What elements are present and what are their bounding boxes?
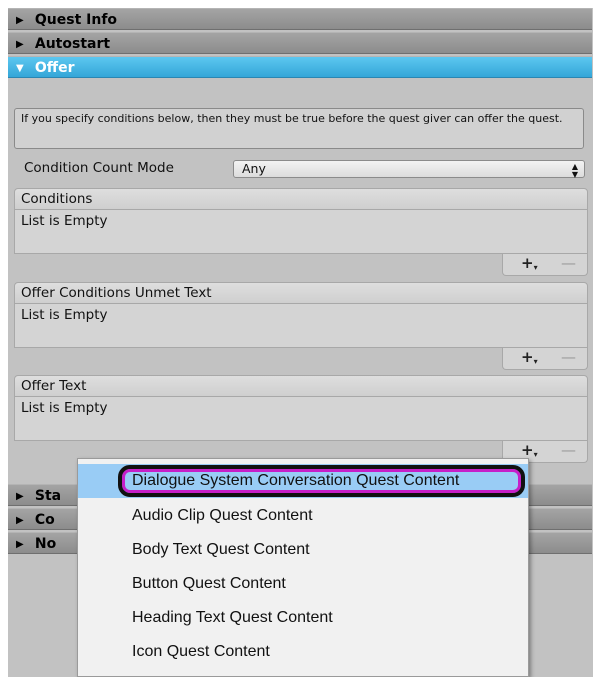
condition-count-mode-popup[interactable]: Any ▲ ▼ <box>233 160 585 179</box>
highlight-ring <box>118 465 525 497</box>
offer-text-list-body: List is Empty <box>14 397 588 441</box>
add-plus-icon[interactable]: +▾ <box>521 441 538 459</box>
collapsed-arrow-icon: ▶ <box>16 491 24 502</box>
remove-minus-icon[interactable]: — <box>561 348 576 366</box>
add-content-menu: Dialogue System Conversation Quest Conte… <box>77 458 529 677</box>
offer-help-box: If you specify conditions below, then th… <box>14 108 584 149</box>
conditions-list-header: Conditions <box>14 188 588 210</box>
popup-value: Any <box>242 161 266 176</box>
foldout-label: Quest Info <box>34 12 118 28</box>
expanded-arrow-icon: ▼ <box>16 63 24 74</box>
foldout-label: Sta <box>34 488 62 504</box>
foldout-label: Autostart <box>34 36 111 52</box>
foldout-label: No <box>34 536 57 552</box>
menu-item-body-text[interactable]: Body Text Quest Content <box>78 533 528 567</box>
menu-item-audio-clip[interactable]: Audio Clip Quest Content <box>78 499 528 533</box>
foldout-label: Co <box>34 512 55 528</box>
condition-count-mode-label: Condition Count Mode <box>24 160 174 176</box>
foldout-quest-info[interactable]: ▶ Quest Info <box>8 8 592 30</box>
remove-minus-icon[interactable]: — <box>561 441 576 459</box>
conditions-list-body: List is Empty <box>14 210 588 254</box>
add-plus-icon[interactable]: +▾ <box>521 254 538 272</box>
foldout-autostart[interactable]: ▶ Autostart <box>8 32 592 54</box>
menu-item-icon[interactable]: Icon Quest Content <box>78 635 528 669</box>
offer-conditions-unmet-text-list-footer: +▾ — <box>502 348 588 370</box>
collapsed-arrow-icon: ▶ <box>16 539 24 550</box>
offer-conditions-unmet-text-list-body: List is Empty <box>14 304 588 348</box>
collapsed-arrow-icon: ▶ <box>16 15 24 26</box>
foldout-offer[interactable]: ▼ Offer <box>8 56 592 78</box>
conditions-list-footer: +▾ — <box>502 254 588 276</box>
updown-icon: ▲ ▼ <box>571 162 578 179</box>
foldout-label: Offer <box>34 60 75 76</box>
menu-item-heading-text[interactable]: Heading Text Quest Content <box>78 601 528 635</box>
offer-conditions-unmet-text-list-header: Offer Conditions Unmet Text <box>14 282 588 304</box>
menu-item-button[interactable]: Button Quest Content <box>78 567 528 601</box>
collapsed-arrow-icon: ▶ <box>16 515 24 526</box>
collapsed-arrow-icon: ▶ <box>16 39 24 50</box>
add-plus-icon[interactable]: +▾ <box>521 348 538 366</box>
offer-text-list-header: Offer Text <box>14 375 588 397</box>
remove-minus-icon[interactable]: — <box>561 254 576 272</box>
